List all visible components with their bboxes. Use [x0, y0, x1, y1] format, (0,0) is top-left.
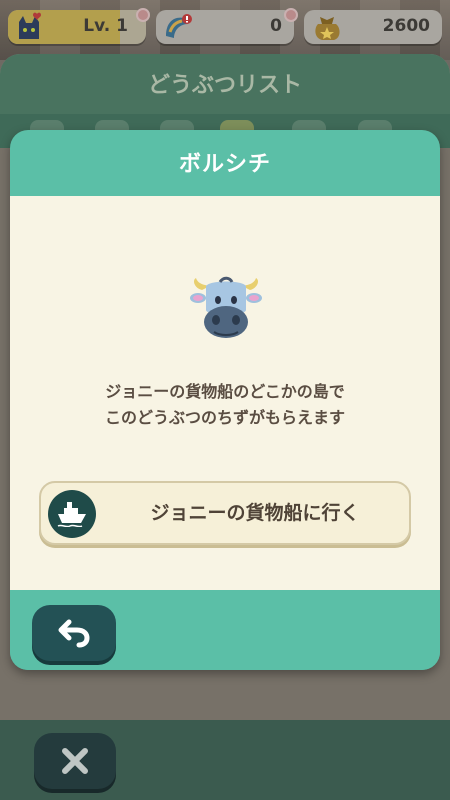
go-to-cargo-ship-button[interactable]: ジョニーの貨物船に行く	[39, 481, 411, 545]
close-x-icon	[62, 748, 88, 774]
tickets-plus-icon[interactable]	[284, 8, 298, 22]
cow-villager-icon	[190, 276, 262, 338]
dialog-title: ボルシチ	[178, 152, 271, 177]
bell-bag-icon	[315, 17, 340, 40]
bells-pill[interactable]: 2600	[304, 10, 442, 44]
tickets-pill[interactable]: 0	[156, 8, 298, 44]
go-to-cargo-ship-label: ジョニーの貨物船に行く	[150, 502, 360, 524]
cat-heart-icon	[19, 12, 41, 39]
leaf-ticket-icon	[166, 14, 192, 38]
dialog-body: ジョニーの貨物船のどこかの島で このどうぶつのちずがもらえます ジョニーの貨物船…	[10, 196, 440, 590]
animal-list-title: どうぶつリスト	[0, 54, 450, 114]
dialog-description: ジョニーの貨物船のどこかの島で このどうぶつのちずがもらえます	[10, 379, 440, 431]
description-line-2: このどうぶつのちずがもらえます	[104, 408, 345, 427]
description-line-1: ジョニーの貨物船のどこかの島で	[105, 382, 345, 401]
level-value: Lv. 1	[83, 16, 128, 36]
boat-icon	[57, 502, 86, 527]
close-button[interactable]	[34, 733, 116, 789]
level-pill[interactable]: Lv. 1	[8, 8, 150, 44]
status-bar: Lv. 1 0 2600	[0, 8, 450, 44]
back-arrow-icon	[58, 619, 90, 648]
level-plus-icon[interactable]	[136, 8, 150, 22]
goto-icon-circle	[48, 490, 96, 538]
animal-info-dialog: ボルシチ ジョニーの貨物船のどこかの島で このどうぶつのちずがもらえます ジョニ…	[10, 130, 440, 670]
bells-value: 2600	[382, 16, 430, 36]
back-button[interactable]	[32, 605, 116, 661]
tickets-value: 0	[270, 16, 282, 36]
